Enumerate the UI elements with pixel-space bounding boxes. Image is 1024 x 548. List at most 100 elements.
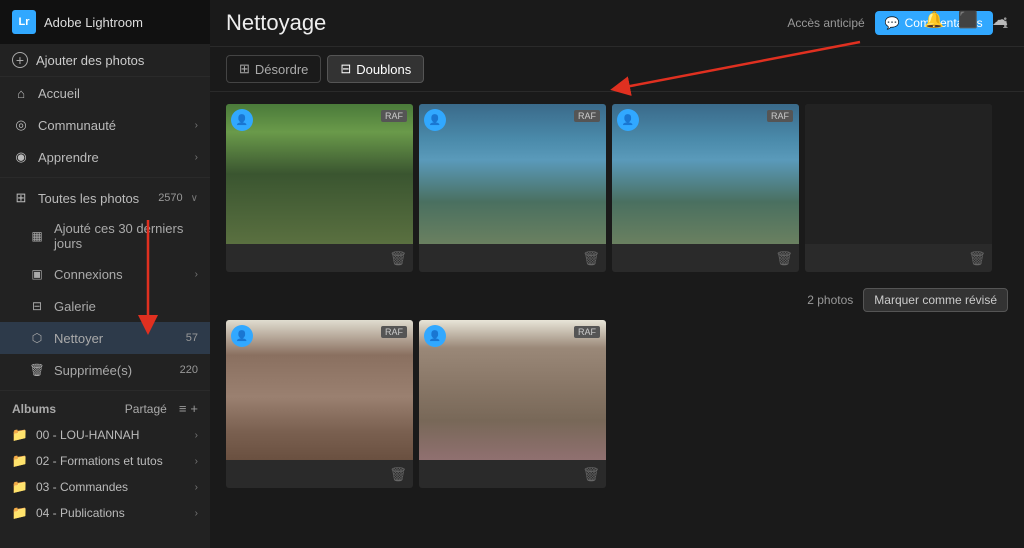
notification-icon[interactable]: 🔔 [924,10,944,30]
photo-thumbnail: RAF 👤 [419,320,606,460]
main-content: 🔔 ⬛ ☁ Nettoyage Accès anticipé 💬 Comment… [210,0,1024,548]
delete-icon[interactable]: 🗑 [389,250,407,267]
albums-label: Albums [12,402,121,416]
sidebar-item-label: Accueil [38,86,198,101]
sidebar-item-label: Galerie [54,299,198,314]
photo-card[interactable]: RAF 👤 🗑 [226,320,413,488]
photo-info: 🗑 [419,460,606,488]
photo-select-button[interactable]: 👤 [424,325,446,347]
photo-select-button[interactable]: 👤 [231,325,253,347]
learn-icon: ◉ [12,148,30,166]
group-header: 2 photos Marquer comme révisé [226,288,1008,312]
albums-add-icon[interactable]: + [190,401,198,416]
album-label: 03 - Commandes [36,480,187,494]
album-item-formations[interactable]: 📁 02 - Formations et tutos › [0,448,210,474]
page-title: Nettoyage [226,10,775,36]
sidebar-item-label: Connexions [54,267,187,282]
photo-card[interactable]: 🗑 [805,104,992,272]
trash-icon: 🗑 [28,361,46,379]
app-header: Lr Adobe Lightroom [0,0,210,44]
sidebar-item-galerie[interactable]: ⊟ Galerie [0,290,210,322]
person-icon: 👤 [236,331,248,342]
nettoyer-count-badge: 57 [186,332,198,344]
home-icon: ⌂ [12,84,30,102]
photo-card[interactable]: RAF 👤 🗑 [419,320,606,488]
chevron-right-icon: › [195,456,198,467]
share-icon[interactable]: ⬛ [958,10,978,30]
supprimees-count-badge: 220 [180,364,198,376]
app-title: Adobe Lightroom [44,15,143,30]
calendar-icon: ▦ [28,227,46,245]
photo-card[interactable]: RAF 👤 🗑 [612,104,799,272]
chevron-right-icon: › [195,269,198,280]
sidebar-item-connexions[interactable]: ▣ Connexions › [0,258,210,290]
sidebar-item-toutes-photos[interactable]: ⊞ Toutes les photos 2570 ∨ [0,182,210,214]
folder-icon: 📁 [12,427,28,443]
photo-card[interactable]: RAF 👤 🗑 [419,104,606,272]
mark-reviewed-button[interactable]: Marquer comme révisé [863,288,1008,312]
add-photos-label: Ajouter des photos [36,53,144,68]
album-item-publications[interactable]: 📁 04 - Publications › [0,500,210,526]
delete-icon[interactable]: 🗑 [582,250,600,267]
add-photos-button[interactable]: + Ajouter des photos [0,44,210,77]
sidebar-item-label: Toutes les photos [38,191,150,206]
sidebar-item-apprendre[interactable]: ◉ Apprendre › [0,141,210,173]
tab-label: Doublons [356,62,411,77]
sidebar: Lr Adobe Lightroom + Ajouter des photos … [0,0,210,548]
album-item-commandes[interactable]: 📁 03 - Commandes › [0,474,210,500]
photo-group-2: 2 photos Marquer comme révisé RAF 👤 [226,288,1008,488]
photo-info: 🗑 [419,244,606,272]
raf-badge: RAF [574,110,600,122]
chat-icon: 💬 [885,16,900,30]
chevron-right-icon: › [195,152,198,163]
photo-group-1: RAF 👤 🗑 [226,104,1008,272]
sidebar-item-label: Supprimée(s) [54,363,172,378]
chevron-right-icon: › [195,430,198,441]
photo-thumbnail: RAF 👤 [612,104,799,244]
photo-card[interactable]: RAF 👤 🗑 [226,104,413,272]
album-item-lou-hannah[interactable]: 📁 00 - LOU-HANNAH › [0,422,210,448]
raf-badge: RAF [381,110,407,122]
gallery-icon: ⊟ [28,297,46,315]
photo-count-badge: 2570 [158,192,182,204]
divider [0,390,210,391]
photos-area: RAF 👤 🗑 [210,92,1024,548]
clean-icon: ⬡ [28,329,46,347]
doublons-icon: ⊟ [340,61,351,77]
photo-row: RAF 👤 🗑 [226,104,1008,272]
tab-desordre[interactable]: ⊞ Désordre [226,55,321,83]
sidebar-item-nettoyer[interactable]: ⬡ Nettoyer 57 [0,322,210,354]
delete-icon[interactable]: 🗑 [582,466,600,483]
photo-info: 🗑 [226,244,413,272]
sidebar-item-supprimees[interactable]: 🗑 Supprimée(s) 220 [0,354,210,386]
photo-select-button[interactable]: 👤 [424,109,446,131]
community-icon: ◎ [12,116,30,134]
photo-select-button[interactable]: 👤 [617,109,639,131]
chevron-right-icon: › [195,508,198,519]
person-icon: 👤 [622,115,634,126]
sidebar-item-label: Nettoyer [54,331,178,346]
tab-doublons[interactable]: ⊟ Doublons [327,55,424,83]
sidebar-item-ajoute[interactable]: ▦ Ajouté ces 30 derniers jours [0,214,210,258]
delete-icon[interactable]: 🗑 [389,466,407,483]
desordre-icon: ⊞ [239,61,250,77]
folder-icon: 📁 [12,453,28,469]
grid-icon: ⊞ [12,189,30,207]
album-label: 02 - Formations et tutos [36,454,187,468]
photo-select-button[interactable]: 👤 [231,109,253,131]
albums-header: Albums Partagé ≡ + [0,395,210,422]
sidebar-item-communaute[interactable]: ◎ Communauté › [0,109,210,141]
delete-icon[interactable]: 🗑 [775,250,793,267]
group-photo-count: 2 photos [807,293,853,307]
raf-badge: RAF [381,326,407,338]
sidebar-item-accueil[interactable]: ⌂ Accueil [0,77,210,109]
photo-info: 🗑 [226,460,413,488]
photo-image [419,104,606,244]
cloud-icon[interactable]: ☁ [992,10,1008,30]
person-icon: 👤 [429,331,441,342]
photo-thumbnail [805,104,992,244]
delete-icon[interactable]: 🗑 [968,250,986,267]
albums-sort-icon[interactable]: ≡ [179,401,187,416]
albums-shared-label: Partagé [125,402,167,416]
divider [0,177,210,178]
